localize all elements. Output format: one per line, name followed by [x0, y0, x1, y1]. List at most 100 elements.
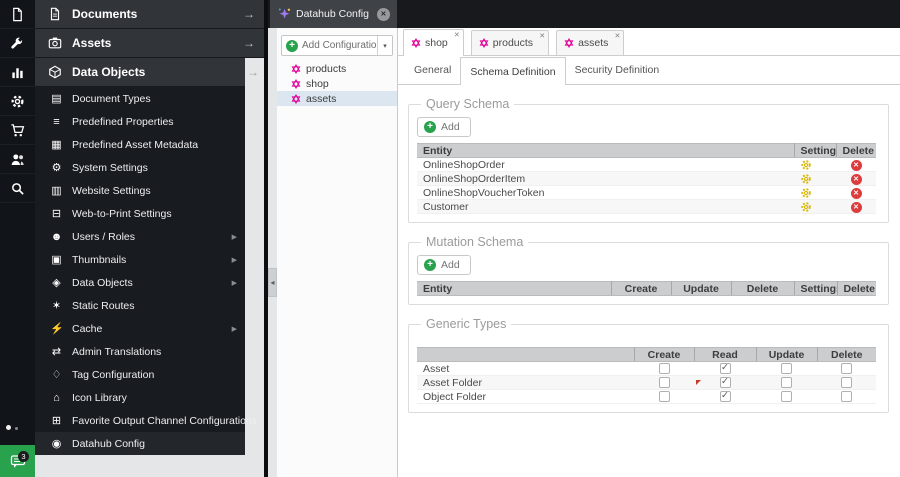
delete-cell[interactable]: ✕ [836, 171, 876, 186]
tab-assets[interactable]: assets ✕ [556, 30, 625, 55]
menu-item-predefined-asset-metadata[interactable]: ▦ Predefined Asset Metadata [35, 133, 245, 156]
settings-cell[interactable] [794, 157, 836, 172]
delete-cell[interactable]: ✕ [836, 199, 876, 214]
checkbox[interactable] [658, 377, 670, 389]
add-configuration-dropdown[interactable]: ▾ [377, 36, 392, 55]
read-cell[interactable] [694, 389, 756, 404]
config-item-products[interactable]: products [277, 61, 397, 76]
tab-general[interactable]: General [405, 57, 460, 84]
settings-cell[interactable] [794, 171, 836, 186]
mutation-schema-add-button[interactable]: + Add [417, 255, 471, 275]
checkbox[interactable] [781, 363, 792, 375]
close-icon[interactable]: ✕ [615, 32, 621, 40]
query-schema-add-button[interactable]: + Add [417, 117, 471, 137]
create-cell[interactable] [634, 389, 694, 404]
column-header-delete[interactable]: Delete [731, 281, 795, 296]
column-header-create[interactable]: Create [634, 347, 695, 362]
delete-icon[interactable]: ✕ [850, 160, 862, 171]
rail-settings-button[interactable] [0, 87, 35, 116]
column-header-settings[interactable]: Settings [794, 281, 838, 296]
chat-button[interactable]: 3 [0, 445, 35, 477]
column-header-create[interactable]: Create [611, 281, 672, 296]
update-cell[interactable] [756, 375, 817, 390]
close-icon[interactable]: ✕ [454, 31, 460, 39]
rail-search-button[interactable] [0, 174, 35, 203]
rail-reports-button[interactable] [0, 58, 35, 87]
menu-item-favorite-output-channel-configurations[interactable]: ⊞ Favorite Output Channel Configurations [35, 409, 257, 432]
menu-item-system-settings[interactable]: ⚙ System Settings [35, 156, 245, 179]
add-configuration-split-button[interactable]: + Add Configuration ▾ [281, 35, 393, 56]
menu-item-cache[interactable]: ⚡ Cache ▶ [35, 317, 245, 340]
settings-cell[interactable] [794, 199, 836, 214]
delete-cell[interactable] [817, 361, 876, 376]
menu-item-static-routes[interactable]: ✶ Static Routes [35, 294, 245, 317]
settings-cell[interactable] [794, 185, 836, 200]
rail-ecommerce-button[interactable] [0, 116, 35, 145]
config-item-assets[interactable]: assets [277, 91, 397, 106]
column-header-update[interactable]: Update [756, 347, 818, 362]
create-cell[interactable] [634, 361, 694, 376]
gear-icon[interactable] [800, 201, 812, 213]
tab-shop[interactable]: shop ✕ [403, 29, 464, 56]
menu-item-data-objects[interactable]: ◈ Data Objects ▶ [35, 271, 245, 294]
checkbox[interactable] [658, 391, 670, 403]
checkbox[interactable] [841, 363, 852, 375]
delete-icon[interactable]: ✕ [850, 174, 862, 185]
close-icon[interactable]: ✕ [539, 32, 545, 40]
checkbox[interactable] [781, 391, 792, 403]
config-item-shop[interactable]: shop [277, 76, 397, 91]
table-row[interactable]: OnlineShopVoucherToken ✕ [417, 185, 876, 200]
checkbox[interactable] [841, 391, 852, 403]
menu-item-datahub-config[interactable]: ◉ Datahub Config [35, 432, 245, 455]
checkbox[interactable] [719, 362, 731, 375]
tab-products[interactable]: products ✕ [470, 30, 550, 55]
gear-icon[interactable] [800, 173, 812, 185]
rail-users-button[interactable] [0, 145, 35, 174]
gear-icon[interactable] [800, 187, 812, 199]
table-row[interactable]: OnlineShopOrder ✕ [417, 157, 876, 172]
column-header-delete[interactable]: Delete [817, 347, 876, 362]
table-row-selected[interactable]: Customer ✕ [417, 199, 876, 214]
table-row[interactable]: Asset Folder [417, 375, 876, 390]
panel-collapse-handle[interactable]: ◂ [268, 268, 277, 297]
checkbox[interactable] [719, 390, 731, 403]
delete-cell[interactable] [817, 375, 876, 390]
tab-schema-definition[interactable]: Schema Definition [460, 57, 566, 85]
menu-item-admin-translations[interactable]: ⇄ Admin Translations [35, 340, 245, 363]
nav-header-documents[interactable]: Documents → [35, 0, 264, 29]
menu-item-tag-configuration[interactable]: ♢ Tag Configuration [35, 363, 245, 386]
menu-item-users-roles[interactable]: ☻ Users / Roles ▶ [35, 225, 245, 248]
column-header-delete[interactable]: Delete [837, 281, 876, 296]
column-header-read[interactable]: Read [694, 347, 757, 362]
delete-icon[interactable]: ✕ [850, 188, 862, 199]
column-header-entity[interactable]: Entity [417, 143, 795, 158]
checkbox[interactable] [841, 377, 852, 389]
update-cell[interactable] [756, 389, 817, 404]
tab-security-definition[interactable]: Security Definition [566, 57, 669, 84]
gear-icon[interactable] [800, 159, 812, 171]
read-cell[interactable] [694, 375, 756, 390]
delete-cell[interactable] [817, 389, 876, 404]
menu-item-icon-library[interactable]: ⌂ Icon Library [35, 386, 245, 409]
delete-icon[interactable]: ✕ [850, 202, 862, 213]
table-row[interactable]: OnlineShopOrderItem ✕ [417, 171, 876, 186]
menu-item-document-types[interactable]: ▤ Document Types [35, 87, 245, 110]
read-cell[interactable] [694, 361, 756, 376]
menu-item-website-settings[interactable]: ▥ Website Settings [35, 179, 245, 202]
column-header-entity[interactable]: Entity [417, 281, 612, 296]
window-tab-datahub-config[interactable]: Datahub Config ✕ [270, 0, 397, 28]
rail-tools-button[interactable] [0, 29, 35, 58]
nav-header-data-objects[interactable]: Data Objects → [35, 58, 259, 87]
column-header-delete[interactable]: Delete [836, 143, 876, 158]
delete-cell[interactable]: ✕ [836, 185, 876, 200]
table-row[interactable]: Asset [417, 361, 876, 376]
update-cell[interactable] [756, 361, 817, 376]
checkbox[interactable] [719, 376, 731, 389]
nav-header-assets[interactable]: Assets → [35, 29, 264, 58]
menu-item-predefined-properties[interactable]: ≡ Predefined Properties [35, 110, 245, 133]
column-header-update[interactable]: Update [671, 281, 732, 296]
rail-documents-button[interactable] [0, 0, 35, 29]
create-cell[interactable] [634, 375, 694, 390]
delete-cell[interactable]: ✕ [836, 157, 876, 172]
close-icon[interactable]: ✕ [376, 7, 390, 21]
